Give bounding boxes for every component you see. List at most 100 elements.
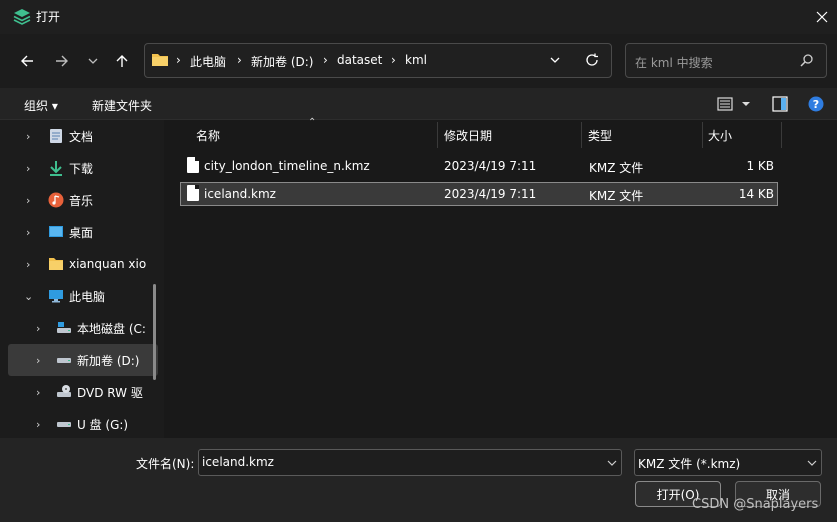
chevron-right-icon[interactable]: › <box>26 226 30 239</box>
drive-icon <box>57 322 71 333</box>
file-row-selected[interactable]: iceland.kmz 2023/4/19 7:11 KMZ 文件 14 KB <box>180 182 778 206</box>
chevron-right-icon[interactable]: › <box>36 322 40 335</box>
chevron-right-icon[interactable]: › <box>36 354 40 367</box>
organize-button[interactable]: 组织 ▾ <box>24 97 58 114</box>
chevron-right-icon[interactable]: › <box>26 162 30 175</box>
sidebar-item-label: 下载 <box>69 161 94 176</box>
chevron-right-icon[interactable]: › <box>36 418 40 431</box>
close-button[interactable] <box>809 5 835 29</box>
column-divider[interactable] <box>581 122 582 148</box>
filename-label: 文件名(N): <box>136 457 195 471</box>
sidebar-scrollbar[interactable] <box>153 284 156 380</box>
file-name: iceland.kmz <box>204 187 276 201</box>
sidebar-item-this-pc[interactable]: ⌄ 此电脑 <box>0 280 150 312</box>
back-button[interactable] <box>16 50 38 72</box>
list-view-icon <box>717 97 750 111</box>
chevron-down-icon[interactable]: ⌄ <box>24 290 33 303</box>
help-button[interactable]: ? <box>808 96 824 112</box>
filename-value[interactable]: iceland.kmz <box>202 455 274 469</box>
chevron-down-icon <box>607 460 617 466</box>
file-type: KMZ 文件 <box>589 161 644 175</box>
sidebar-item-label: 桌面 <box>69 225 94 240</box>
file-icon <box>187 185 199 201</box>
desktop-icon <box>49 226 63 237</box>
file-date: 2023/4/19 7:11 <box>444 159 537 173</box>
folder-icon <box>152 54 168 66</box>
refresh-button[interactable] <box>585 53 601 69</box>
up-button[interactable] <box>111 50 133 72</box>
arrow-right-icon <box>56 55 68 67</box>
chevron-right-icon[interactable]: › <box>26 194 30 207</box>
watermark-text: CSDN @Snaplayers <box>692 497 819 512</box>
column-header-date[interactable]: 修改日期 <box>444 127 492 144</box>
column-header-size[interactable]: 大小 <box>708 127 732 144</box>
chevron-down-icon <box>88 58 98 64</box>
view-options-button[interactable] <box>717 96 755 112</box>
sidebar-item-label: 音乐 <box>69 193 94 208</box>
sort-ascending-icon: ⌃ <box>308 117 317 128</box>
sidebar-item-drive-d[interactable]: › 新加卷 (D:) <box>8 344 158 376</box>
chevron-right-icon[interactable]: › <box>36 386 40 399</box>
download-icon <box>50 161 62 176</box>
svg-text:?: ? <box>813 98 819 111</box>
forward-button[interactable] <box>51 50 73 72</box>
sidebar-item-label: 此电脑 <box>69 289 106 304</box>
chevron-right-icon[interactable]: › <box>26 130 30 143</box>
file-icon <box>187 157 199 173</box>
search-input[interactable]: 在 kml 中搜索 <box>635 54 713 71</box>
recent-locations-button[interactable] <box>82 50 104 72</box>
file-row[interactable]: city_london_timeline_n.kmz 2023/4/19 7:1… <box>180 154 778 178</box>
breadcrumb-separator: › <box>237 53 242 67</box>
drive-icon <box>57 358 71 363</box>
breadcrumb-separator: › <box>323 53 328 67</box>
sidebar-item-user-folder[interactable]: › xianquan xion <box>0 248 150 280</box>
usb-icon <box>57 422 71 427</box>
breadcrumb-separator: › <box>176 53 181 67</box>
sidebar-item-label: DVD RW 驱 <box>77 385 143 400</box>
file-size: 14 KB <box>738 187 774 201</box>
sidebar-item-dvd-drive[interactable]: › DVD RW 驱 <box>0 376 150 408</box>
sidebar-item-downloads[interactable]: › 下载 <box>0 152 150 184</box>
sidebar-item-label: 本地磁盘 (C: <box>77 321 145 336</box>
sidebar-item-music[interactable]: › 音乐 <box>0 184 150 216</box>
column-divider[interactable] <box>702 122 703 148</box>
breadcrumb-separator: › <box>391 53 396 67</box>
column-divider[interactable] <box>781 122 782 148</box>
sidebar-item-drive-c[interactable]: › 本地磁盘 (C: <box>0 312 150 344</box>
address-dropdown-button[interactable] <box>549 54 563 68</box>
help-icon: ? <box>808 96 824 112</box>
sidebar-item-label: 文档 <box>69 129 94 144</box>
sidebar-item-desktop[interactable]: › 桌面 <box>0 216 150 248</box>
breadcrumb-kml[interactable]: kml <box>405 53 427 67</box>
navigation-pane: › 文档 › 下载 › 音乐 › 桌面 › xianquan xion ⌄ 此电… <box>0 120 162 438</box>
document-icon <box>50 129 62 143</box>
arrow-up-icon <box>116 55 128 67</box>
folder-icon <box>49 258 63 270</box>
column-divider[interactable] <box>437 122 438 148</box>
search-icon[interactable] <box>800 54 813 67</box>
filename-history-dropdown[interactable] <box>606 457 618 469</box>
close-icon <box>816 11 828 23</box>
file-name: city_london_timeline_n.kmz <box>204 159 370 173</box>
chevron-right-icon[interactable]: › <box>26 258 30 271</box>
breadcrumb-this-pc[interactable]: 此电脑 <box>190 53 226 70</box>
computer-icon <box>49 290 63 303</box>
sidebar-item-documents[interactable]: › 文档 <box>0 120 150 152</box>
filetype-value[interactable]: KMZ 文件 (*.kmz) <box>638 455 740 472</box>
preview-pane-icon <box>772 96 788 112</box>
sidebar-item-label: U 盘 (G:) <box>77 417 129 432</box>
app-stack-icon <box>13 9 31 25</box>
column-header-type[interactable]: 类型 <box>588 127 612 144</box>
sidebar-item-label: xianquan xion <box>69 257 146 271</box>
breadcrumb-dataset[interactable]: dataset <box>337 53 382 67</box>
refresh-icon <box>586 53 598 66</box>
preview-pane-button[interactable] <box>772 96 788 112</box>
filetype-dropdown[interactable] <box>806 457 818 469</box>
column-header-name[interactable]: 名称 <box>196 127 220 144</box>
sidebar-item-label: 新加卷 (D:) <box>77 353 140 368</box>
dvd-icon <box>57 385 71 397</box>
new-folder-button[interactable]: 新建文件夹 <box>92 97 152 114</box>
breadcrumb-drive-d[interactable]: 新加卷 (D:) <box>251 53 313 70</box>
sidebar-item-usb-drive[interactable]: › U 盘 (G:) <box>0 408 150 438</box>
title-bar <box>0 0 837 34</box>
